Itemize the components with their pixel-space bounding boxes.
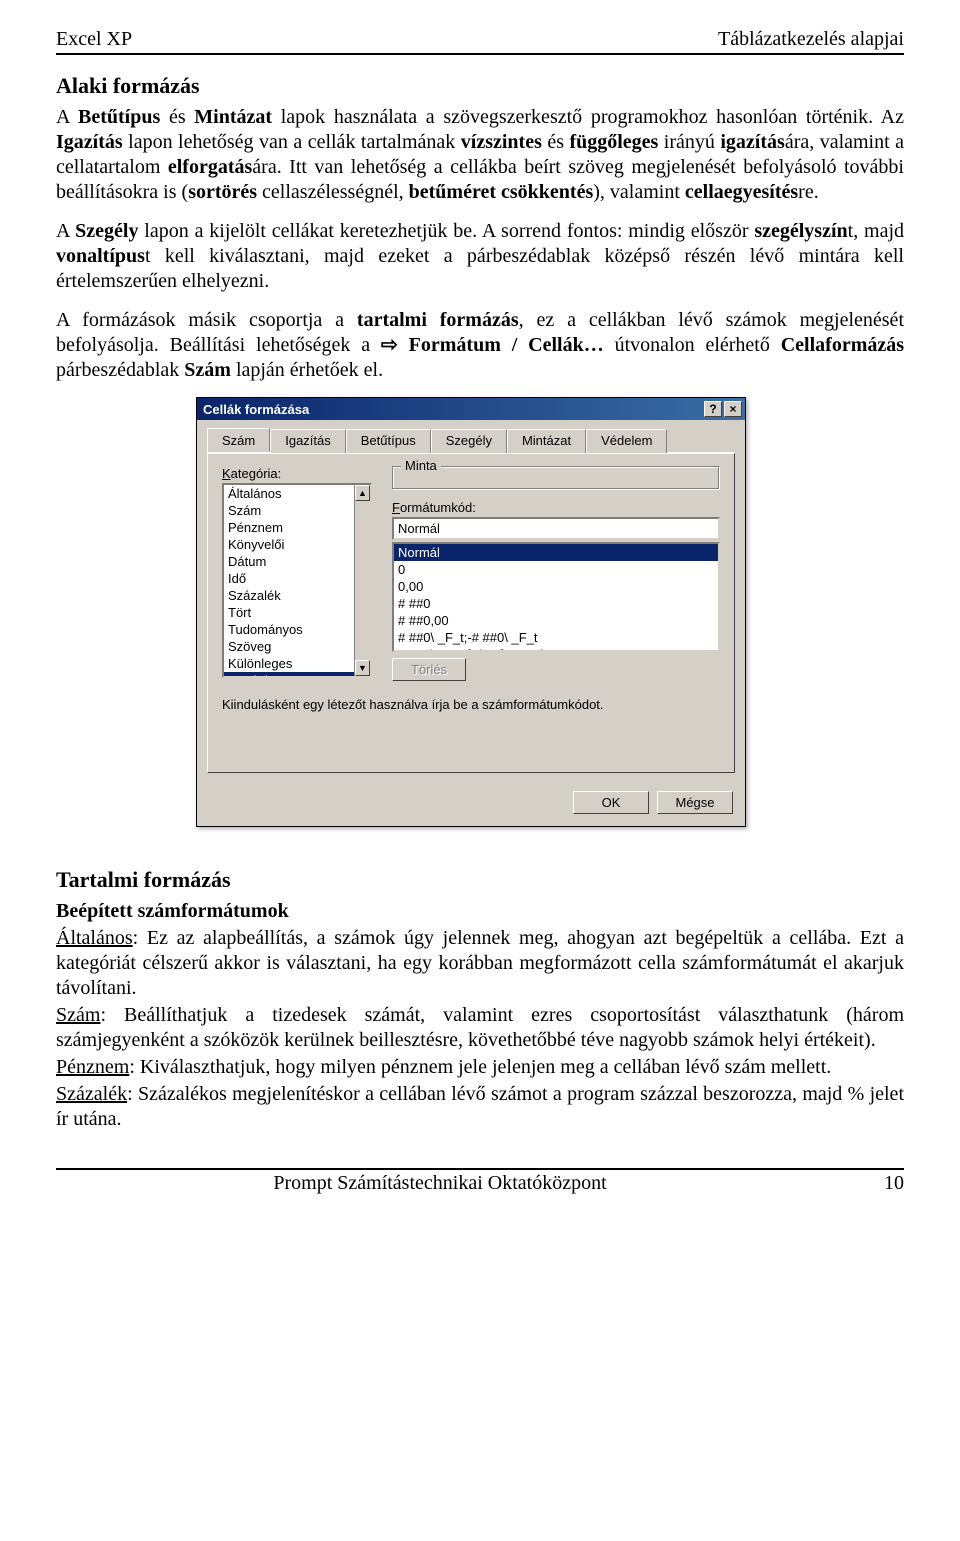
list-item[interactable]: # ##0 [394, 595, 718, 612]
list-item-selected[interactable]: Normál [394, 544, 718, 561]
scrollbar[interactable]: ▲ ▼ [354, 485, 370, 676]
page-footer: Prompt Számítástechnikai Oktatóközpont 1… [56, 1168, 904, 1195]
list-item[interactable]: Dátum [224, 553, 370, 570]
footer-center: Prompt Számítástechnikai Oktatóközpont [273, 1172, 606, 1195]
format-cells-dialog: Cellák formázása ? × Szám Igazítás Betűt… [196, 397, 746, 827]
section1-para3: A formázások másik csoportja a tartalmi … [56, 308, 904, 383]
formatumkod-label: Formátumkód: [392, 500, 720, 515]
tab-szam[interactable]: Szám [207, 428, 270, 452]
tab-mintazat[interactable]: Mintázat [507, 429, 586, 453]
tabpanel-szam: Kategória: Általános Szám Pénznem Könyve… [207, 453, 735, 773]
torles-button: Törlés [392, 658, 466, 681]
section2-title: Tartalmi formázás [56, 867, 904, 893]
section2-p1: Általános: Ez az alapbeállítás, a számok… [56, 926, 904, 1001]
tabstrip: Szám Igazítás Betűtípus Szegély Mintázat… [207, 428, 735, 453]
list-item[interactable]: Szöveg [224, 638, 370, 655]
tab-igazitas[interactable]: Igazítás [270, 429, 346, 453]
kategoria-label: Kategória: [222, 466, 372, 481]
dialog-help-text: Kiindulásként egy létezőt használva írja… [222, 697, 720, 712]
scroll-up-icon[interactable]: ▲ [355, 485, 370, 501]
list-item[interactable]: Szám [224, 502, 370, 519]
minta-groupbox: Minta [392, 466, 720, 490]
cancel-button[interactable]: Mégse [657, 791, 733, 814]
formatum-listbox[interactable]: Normál 0 0,00 # ##0 # ##0,00 # ##0\ _F_t… [392, 542, 720, 652]
list-item[interactable]: # ##0,00 [394, 612, 718, 629]
section2-subtitle: Beépített számformátumok [56, 900, 289, 922]
list-item[interactable]: Tudományos [224, 621, 370, 638]
section2-p3: Pénznem: Kiválaszthatjuk, hogy milyen pé… [56, 1055, 904, 1080]
minta-legend: Minta [401, 458, 441, 473]
dialog-title: Cellák formázása [203, 402, 309, 417]
kategoria-listbox[interactable]: Általános Szám Pénznem Könyvelői Dátum I… [222, 483, 372, 678]
close-button[interactable]: × [724, 401, 742, 417]
list-item[interactable]: 0 [394, 561, 718, 578]
list-item[interactable]: Általános [224, 485, 370, 502]
scroll-down-icon[interactable]: ▼ [355, 660, 370, 676]
formatumkod-input[interactable] [392, 517, 720, 540]
help-button[interactable]: ? [704, 401, 722, 417]
header-left: Excel XP [56, 28, 132, 51]
header-right: Táblázatkezelés alapjai [718, 28, 904, 51]
list-item[interactable]: # ##0\ _F_t;-# ##0\ _F_t [394, 629, 718, 646]
list-item[interactable]: Tört [224, 604, 370, 621]
section2-p4: Százalék: Százalékos megjelenítéskor a c… [56, 1082, 904, 1132]
tab-vedelem[interactable]: Védelem [586, 429, 667, 453]
list-item[interactable]: 0,00 [394, 578, 718, 595]
arrow-icon: ⇨ [381, 334, 398, 356]
list-item[interactable]: # ##0\ _F_t;[Piros]-# ##0\ _F_t [394, 646, 718, 652]
page-header: Excel XP Táblázatkezelés alapjai [56, 28, 904, 55]
tab-szegely[interactable]: Szegély [431, 429, 507, 453]
list-item[interactable]: Pénznem [224, 519, 370, 536]
footer-pagenum: 10 [884, 1172, 904, 1195]
list-item[interactable]: Százalék [224, 587, 370, 604]
list-item[interactable]: Különleges [224, 655, 370, 672]
section1-para2: A Szegély lapon a kijelölt cellákat kere… [56, 219, 904, 294]
ok-button[interactable]: OK [573, 791, 649, 814]
list-item[interactable]: Idő [224, 570, 370, 587]
section1-title: Alaki formázás [56, 73, 904, 99]
list-item-selected[interactable]: Egyéni [224, 672, 370, 678]
section1-para1: A Betűtípus és Mintázat lapok használata… [56, 105, 904, 205]
dialog-titlebar[interactable]: Cellák formázása ? × [197, 398, 745, 420]
tab-betutipus[interactable]: Betűtípus [346, 429, 431, 453]
list-item[interactable]: Könyvelői [224, 536, 370, 553]
section2-p2: Szám: Beállíthatjuk a tizedesek számát, … [56, 1003, 904, 1053]
